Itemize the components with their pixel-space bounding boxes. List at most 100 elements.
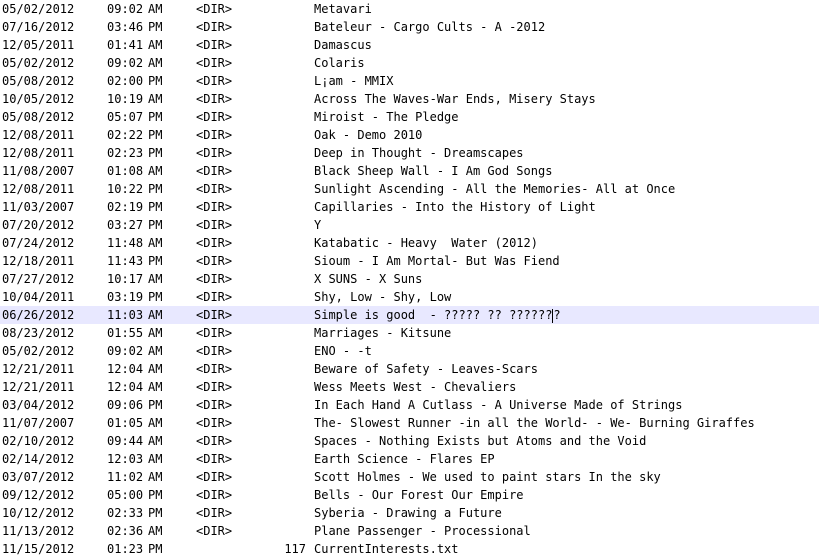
entry-date: 10/04/2011 bbox=[2, 290, 75, 304]
entry-name: Sunlight Ascending - All the Memories- A… bbox=[314, 182, 676, 196]
directory-row[interactable]: 12/05/2011 01:41 AM <DIR> Damascus bbox=[0, 36, 819, 54]
entry-time: 01:55 bbox=[107, 326, 144, 340]
entry-ampm: AM bbox=[148, 380, 163, 394]
directory-row[interactable]: 12/08/2011 02:23 PM <DIR> Deep in Thought - … bbox=[0, 144, 819, 162]
entry-date: 12/21/2011 bbox=[2, 362, 75, 376]
entry-ampm: AM bbox=[148, 308, 163, 322]
directory-row[interactable]: 07/16/2012 03:46 PM <DIR> Bateleur - Cargo C… bbox=[0, 18, 819, 36]
entry-type: <DIR> bbox=[196, 308, 233, 322]
directory-row[interactable]: 05/02/2012 09:02 AM <DIR> Colaris bbox=[0, 54, 819, 72]
directory-row[interactable]: 11/08/2007 01:08 AM <DIR> Black Sheep Wall -… bbox=[0, 162, 819, 180]
entry-name: Metavari bbox=[314, 2, 372, 16]
entry-size: 117 bbox=[284, 542, 306, 556]
directory-row[interactable]: 02/10/2012 09:44 AM <DIR> Spaces - Nothing E… bbox=[0, 432, 819, 450]
entry-time: 02:00 bbox=[107, 74, 144, 88]
entry-type: <DIR> bbox=[196, 506, 233, 520]
directory-row[interactable]: 10/05/2012 10:19 AM <DIR> Across The Waves-W… bbox=[0, 90, 819, 108]
entry-time: 02:22 bbox=[107, 128, 144, 142]
entry-name: Simple is good - ????? ?? ??????? bbox=[314, 308, 561, 323]
entry-ampm: PM bbox=[148, 146, 163, 160]
entry-ampm: PM bbox=[148, 200, 163, 214]
directory-row[interactable]: 07/24/2012 11:48 AM <DIR> Katabatic - Heavy … bbox=[0, 234, 819, 252]
entry-time: 09:02 bbox=[107, 2, 144, 16]
directory-row[interactable]: 12/21/2011 12:04 AM <DIR> Wess Meets West - … bbox=[0, 378, 819, 396]
entry-name: The- Slowest Runner -in all the World- -… bbox=[314, 416, 755, 430]
entry-time: 10:17 bbox=[107, 272, 144, 286]
entry-ampm: PM bbox=[148, 254, 163, 268]
entry-type: <DIR> bbox=[196, 164, 233, 178]
directory-row[interactable]: 12/08/2011 10:22 PM <DIR> Sunlight Ascending… bbox=[0, 180, 819, 198]
entry-ampm: AM bbox=[148, 344, 163, 358]
entry-time: 10:22 bbox=[107, 182, 144, 196]
entry-name: Wess Meets West - Chevaliers bbox=[314, 380, 517, 394]
entry-type: <DIR> bbox=[196, 488, 233, 502]
directory-row[interactable]: 03/04/2012 09:06 PM <DIR> In Each Hand A Cut… bbox=[0, 396, 819, 414]
directory-row[interactable]: 12/18/2011 11:43 PM <DIR> Sioum - I Am Morta… bbox=[0, 252, 819, 270]
directory-row[interactable]: 10/04/2011 03:19 PM <DIR> Shy, Low - Shy, Lo… bbox=[0, 288, 819, 306]
directory-row[interactable]: 11/13/2012 02:36 AM <DIR> Plane Passenger - … bbox=[0, 522, 819, 540]
directory-row[interactable]: 05/02/2012 09:02 AM <DIR> Metavari bbox=[0, 0, 819, 18]
directory-row[interactable]: 02/14/2012 12:03 AM <DIR> Earth Science - Fl… bbox=[0, 450, 819, 468]
entry-date: 07/16/2012 bbox=[2, 20, 75, 34]
directory-row[interactable]: 12/08/2011 02:22 PM <DIR> Oak - Demo 2010 bbox=[0, 126, 819, 144]
entry-ampm: AM bbox=[148, 164, 163, 178]
directory-row[interactable]: 09/12/2012 05:00 PM <DIR> Bells - Our Forest… bbox=[0, 486, 819, 504]
entry-name: Bateleur - Cargo Cults - A -2012 bbox=[314, 20, 546, 34]
entry-date: 10/12/2012 bbox=[2, 506, 75, 520]
directory-row[interactable]: 05/08/2012 05:07 PM <DIR> Miroist - The Pled… bbox=[0, 108, 819, 126]
entry-ampm: PM bbox=[148, 182, 163, 196]
entry-name: Plane Passenger - Processional bbox=[314, 524, 531, 538]
entry-ampm: PM bbox=[148, 20, 163, 34]
entry-date: 03/04/2012 bbox=[2, 398, 75, 412]
directory-row[interactable]: 07/27/2012 10:17 AM <DIR> X SUNS - X Suns bbox=[0, 270, 819, 288]
entry-time: 02:36 bbox=[107, 524, 144, 538]
directory-row[interactable]: 12/21/2011 12:04 AM <DIR> Beware of Safety -… bbox=[0, 360, 819, 378]
directory-row[interactable]: 07/20/2012 03:27 PM <DIR> Y bbox=[0, 216, 819, 234]
entry-date: 12/18/2011 bbox=[2, 254, 75, 268]
entry-ampm: AM bbox=[148, 38, 163, 52]
entry-time: 02:33 bbox=[107, 506, 144, 520]
entry-ampm: AM bbox=[148, 362, 163, 376]
entry-type: <DIR> bbox=[196, 2, 233, 16]
entry-date: 09/12/2012 bbox=[2, 488, 75, 502]
entry-time: 11:43 bbox=[107, 254, 144, 268]
entry-name: Damascus bbox=[314, 38, 372, 52]
entry-date: 12/08/2011 bbox=[2, 128, 75, 142]
entry-time: 01:08 bbox=[107, 164, 144, 178]
entry-ampm: AM bbox=[148, 326, 163, 340]
entry-name: CurrentInterests.txt bbox=[314, 542, 459, 556]
directory-row[interactable]: 10/12/2012 02:33 PM <DIR> Syberia - Drawing … bbox=[0, 504, 819, 522]
entry-name: Miroist - The Pledge bbox=[314, 110, 459, 124]
entry-name-tail: ? bbox=[553, 308, 561, 322]
entry-time: 12:04 bbox=[107, 362, 144, 376]
entry-type: <DIR> bbox=[196, 470, 233, 484]
directory-row[interactable]: 03/07/2012 11:02 AM <DIR> Scott Holmes - We … bbox=[0, 468, 819, 486]
entry-ampm: PM bbox=[148, 74, 163, 88]
directory-row[interactable]: 05/08/2012 02:00 PM <DIR> L¡am - MMIX bbox=[0, 72, 819, 90]
entry-type: <DIR> bbox=[196, 200, 233, 214]
entry-name: Syberia - Drawing a Future bbox=[314, 506, 502, 520]
entry-date: 05/08/2012 bbox=[2, 110, 75, 124]
entry-date: 02/10/2012 bbox=[2, 434, 75, 448]
entry-date: 05/02/2012 bbox=[2, 2, 75, 16]
entry-type: <DIR> bbox=[196, 254, 233, 268]
entry-ampm: AM bbox=[148, 470, 163, 484]
directory-row[interactable]: 11/07/2007 01:05 AM <DIR> The- Slowest Runne… bbox=[0, 414, 819, 432]
entry-type: <DIR> bbox=[196, 128, 233, 142]
file-row[interactable]: 11/15/2012 01:23 PM 117 CurrentInterests.txt bbox=[0, 540, 819, 558]
entry-ampm: PM bbox=[148, 542, 163, 556]
entry-name: Bells - Our Forest Our Empire bbox=[314, 488, 524, 502]
entry-ampm: PM bbox=[148, 218, 163, 232]
entry-type: <DIR> bbox=[196, 380, 233, 394]
entry-name: Across The Waves-War Ends, Misery Stays bbox=[314, 92, 596, 106]
entry-date: 12/05/2011 bbox=[2, 38, 75, 52]
entry-time: 10:19 bbox=[107, 92, 144, 106]
directory-row[interactable]: 08/23/2012 01:55 AM <DIR> Marriages - Kitsun… bbox=[0, 324, 819, 342]
entry-type: <DIR> bbox=[196, 20, 233, 34]
entry-type: <DIR> bbox=[196, 38, 233, 52]
directory-row[interactable]: 05/02/2012 09:02 AM <DIR> ENO - -t bbox=[0, 342, 819, 360]
entry-type: <DIR> bbox=[196, 452, 233, 466]
directory-row[interactable]: 06/26/2012 11:03 AM <DIR> Simple is good - ?… bbox=[0, 306, 819, 324]
directory-row[interactable]: 11/03/2007 02:19 PM <DIR> Capillaries - Into… bbox=[0, 198, 819, 216]
entry-type: <DIR> bbox=[196, 146, 233, 160]
